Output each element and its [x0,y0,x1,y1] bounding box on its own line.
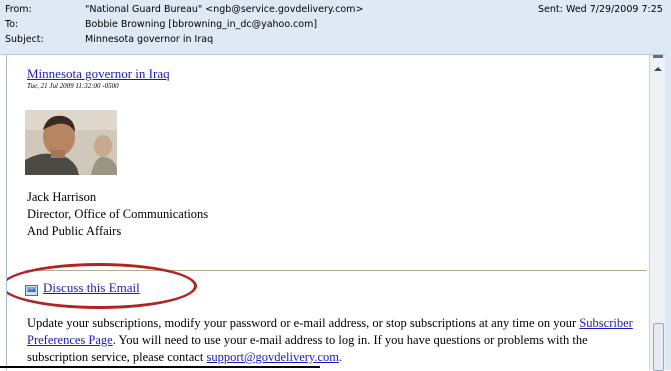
message-body: Minnesota governor in Iraq Tue, 21 Jul 2… [6,55,650,370]
from-value[interactable]: "National Guard Bureau" <ngb@service.gov… [85,3,363,16]
scroll-up-arrow-icon[interactable] [652,59,664,71]
sent-label: Sent: [538,4,563,15]
scrollbar-top-cap [653,55,663,58]
photo-image [25,110,117,175]
window-right-edge [665,0,671,370]
vertical-scrollbar[interactable] [649,55,666,371]
scrollbar-thumb[interactable] [653,323,664,371]
message-date: Tue, 21 Jul 2009 11:32:00 -0500 [27,82,119,90]
message-title-link[interactable]: Minnesota governor in Iraq [27,66,170,82]
sent-value: Wed 7/29/2009 7:25 AM [566,4,671,15]
footer-text-3: . [339,350,343,364]
author-photo [25,110,117,175]
signature-title-line1: Director, Office of Communications [27,207,209,221]
from-label: From: [5,4,32,15]
to-value[interactable]: Bobbie Browning [bbrowning_in_dc@yahoo.c… [85,18,317,31]
bottom-border-line [0,366,320,368]
email-header: From: "National Guard Bureau" <ngb@servi… [0,0,671,55]
to-label: To: [5,19,19,30]
support-email-link[interactable]: support@govdelivery.com [206,350,339,364]
footer-paragraph: Update your subscriptions, modify your p… [27,315,639,366]
subject-value: Minnesota governor in Iraq [85,34,214,45]
signature-title-line2: And Public Affairs [27,224,122,238]
subject-label: Subject: [5,34,44,45]
footer-text-1: Update your subscriptions, modify your p… [27,316,580,330]
highlight-ellipse [7,263,197,309]
signature-name: Jack Harrison [27,190,97,204]
